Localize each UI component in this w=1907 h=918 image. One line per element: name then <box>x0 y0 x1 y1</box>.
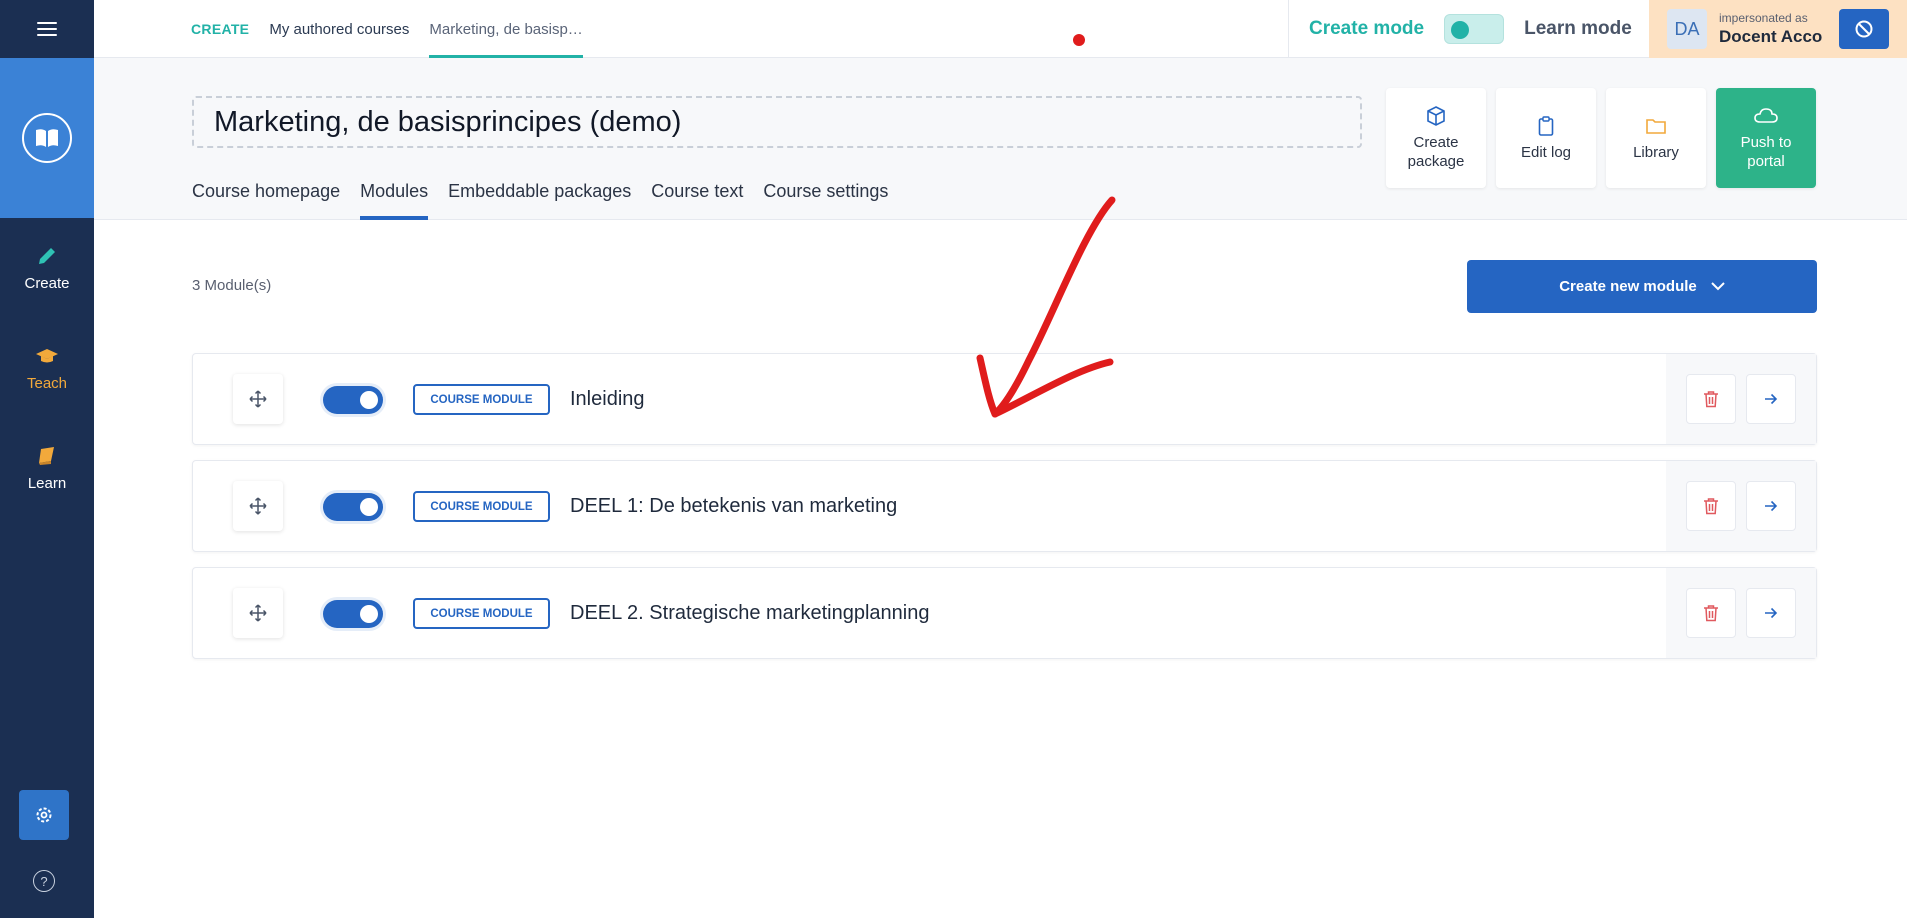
sidebar-item-create[interactable]: Create <box>0 218 94 318</box>
delete-module-button[interactable] <box>1686 588 1736 638</box>
header-actions: Create package Edit log Library Push to … <box>1386 88 1816 188</box>
course-tabs: Course homepage Modules Embeddable packa… <box>192 162 908 220</box>
tab-embeddable-packages[interactable]: Embeddable packages <box>448 162 631 220</box>
create-mode-label[interactable]: Create mode <box>1309 18 1424 40</box>
drag-handle[interactable] <box>233 481 283 531</box>
module-title[interactable]: Inleiding <box>570 354 645 444</box>
open-module-button[interactable] <box>1746 588 1796 638</box>
toggle-knob <box>1451 21 1470 39</box>
create-new-module-label: Create new module <box>1559 278 1697 295</box>
delete-module-button[interactable] <box>1686 374 1736 424</box>
avatar: DA <box>1667 9 1707 49</box>
trash-icon <box>1704 605 1718 622</box>
library-button[interactable]: Library <box>1606 88 1706 188</box>
create-package-label-2: package <box>1407 153 1465 170</box>
open-module-button[interactable] <box>1746 481 1796 531</box>
tab-course-text[interactable]: Course text <box>651 162 743 220</box>
push-label-2: portal <box>1747 153 1785 170</box>
module-type-badge: COURSE MODULE <box>413 598 550 629</box>
toggle-knob <box>360 391 378 409</box>
sidebar-item-teach[interactable]: Teach <box>0 318 94 418</box>
cloud-icon <box>1754 105 1778 127</box>
module-enabled-toggle[interactable] <box>323 493 383 521</box>
module-type-badge: COURSE MODULE <box>413 384 550 415</box>
module-type-badge: COURSE MODULE <box>413 491 550 522</box>
arrow-right-icon <box>1765 393 1778 405</box>
module-count: 3 Module(s) <box>192 277 272 294</box>
module-row: COURSE MODULE Inleiding <box>192 353 1817 445</box>
mode-switcher: Create mode Learn mode <box>1288 0 1632 58</box>
module-enabled-toggle[interactable] <box>323 386 383 414</box>
sidebar-item-label: Learn <box>27 474 67 492</box>
hamburger-icon <box>37 22 57 36</box>
breadcrumb-create[interactable]: CREATE <box>191 0 249 58</box>
breadcrumb: CREATE My authored courses Marketing, de… <box>191 0 603 58</box>
gear-icon <box>36 807 52 823</box>
sidebar-item-label: Create <box>24 274 70 292</box>
chevron-down-icon <box>1711 282 1725 291</box>
open-module-button[interactable] <box>1746 374 1796 424</box>
top-bar: CREATE My authored courses Marketing, de… <box>94 0 1907 58</box>
course-header: Marketing, de basisprincipes (demo) Cour… <box>94 58 1907 220</box>
open-book-icon <box>22 113 72 163</box>
impersonation-panel: DA impersonated as Docent Acco <box>1649 0 1907 58</box>
settings-button[interactable] <box>19 790 69 840</box>
delete-module-button[interactable] <box>1686 481 1736 531</box>
toggle-knob <box>360 605 378 623</box>
stop-impersonation-button[interactable] <box>1839 9 1889 49</box>
module-title[interactable]: DEEL 2. Strategische marketingplanning <box>570 568 929 658</box>
toggle-knob <box>360 498 378 516</box>
trash-icon <box>1704 498 1718 515</box>
course-title-input[interactable]: Marketing, de basisprincipes (demo) <box>192 96 1362 148</box>
create-package-button[interactable]: Create package <box>1386 88 1486 188</box>
move-icon <box>249 390 267 408</box>
edit-log-label: Edit log <box>1520 143 1572 161</box>
module-row: COURSE MODULE DEEL 2. Strategische marke… <box>192 567 1817 659</box>
module-actions <box>1666 461 1816 551</box>
trash-icon <box>1704 391 1718 408</box>
push-to-portal-button[interactable]: Push to portal <box>1716 88 1816 188</box>
arrow-right-icon <box>1765 607 1778 619</box>
drag-handle[interactable] <box>233 374 283 424</box>
menu-button[interactable] <box>0 0 94 58</box>
recording-dot <box>1073 34 1085 46</box>
arrow-right-icon <box>1765 500 1778 512</box>
breadcrumb-authored-courses[interactable]: My authored courses <box>269 0 409 58</box>
edit-log-button[interactable]: Edit log <box>1496 88 1596 188</box>
module-title[interactable]: DEEL 1: De betekenis van marketing <box>570 461 897 551</box>
module-row: COURSE MODULE DEEL 1: De betekenis van m… <box>192 460 1817 552</box>
create-new-module-button[interactable]: Create new module <box>1467 260 1817 313</box>
drag-handle[interactable] <box>233 588 283 638</box>
tab-modules[interactable]: Modules <box>360 162 429 220</box>
package-icon <box>1427 105 1445 127</box>
module-actions <box>1666 354 1816 444</box>
module-actions <box>1666 568 1816 658</box>
help-button[interactable]: ? <box>33 870 55 892</box>
folder-icon <box>1646 115 1666 137</box>
push-label-1: Push to <box>1740 134 1792 151</box>
impersonated-name: Docent Acco <box>1719 27 1823 46</box>
impersonated-label: impersonated as <box>1719 11 1808 25</box>
pencil-icon <box>36 245 58 267</box>
move-icon <box>249 497 267 515</box>
tab-course-homepage[interactable]: Course homepage <box>192 162 340 220</box>
graduation-cap-icon <box>35 345 59 367</box>
sidebar-item-learn[interactable]: Learn <box>0 418 94 518</box>
book-icon <box>36 445 58 467</box>
move-icon <box>249 604 267 622</box>
sidebar-item-label: Teach <box>26 374 68 392</box>
breadcrumb-current-course[interactable]: Marketing, de basisp… <box>429 0 584 58</box>
module-enabled-toggle[interactable] <box>323 600 383 628</box>
clipboard-icon <box>1538 115 1554 137</box>
tab-course-settings[interactable]: Course settings <box>763 162 888 220</box>
library-label: Library <box>1633 143 1679 161</box>
create-package-label-1: Create <box>1413 134 1459 151</box>
mode-toggle[interactable] <box>1444 14 1505 44</box>
block-icon <box>1855 20 1873 38</box>
learn-mode-label[interactable]: Learn mode <box>1524 18 1632 40</box>
sidebar: Create Teach Learn ? <box>0 0 94 918</box>
app-logo[interactable] <box>0 58 94 218</box>
